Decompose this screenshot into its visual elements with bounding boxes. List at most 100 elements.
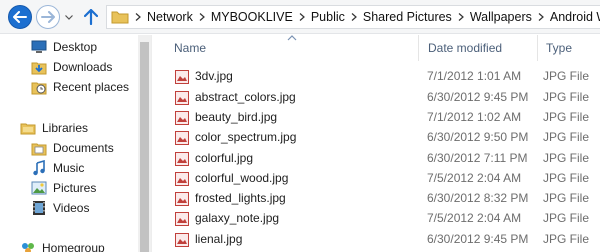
file-type: JPG File [543, 151, 590, 165]
jpg-file-icon [175, 233, 189, 247]
column-header-date-modified[interactable]: Date modified [428, 37, 502, 59]
chevron-right-icon [299, 13, 305, 21]
file-date-modified: 7/5/2012 2:04 AM [427, 211, 522, 225]
nav-item-label: Libraries [42, 121, 89, 135]
jpg-file-icon [175, 212, 189, 226]
nav-item-label: Downloads [53, 60, 113, 74]
nav-item-label: Documents [53, 141, 114, 155]
recent-locations-button[interactable] [63, 9, 75, 25]
jpg-file-icon [175, 152, 189, 166]
downloads-icon [31, 59, 47, 75]
file-name: color_spectrum.jpg [195, 130, 297, 144]
column-header-name[interactable]: Name [174, 37, 206, 59]
file-row[interactable]: colorful.jpg 6/30/2012 7:11 PM JPG File [160, 149, 600, 169]
breadcrumb-separator[interactable] [454, 6, 468, 28]
chevron-right-icon [351, 13, 357, 21]
file-type: JPG File [543, 69, 590, 83]
nav-item-music[interactable]: Music [31, 158, 84, 178]
jpg-file-icon [175, 91, 189, 105]
column-header-type[interactable]: Type [546, 37, 572, 59]
file-name: colorful_wood.jpg [195, 171, 289, 185]
file-date-modified: 7/1/2012 1:02 AM [427, 110, 522, 124]
column-separator[interactable] [537, 35, 538, 61]
breadcrumb-separator[interactable] [195, 6, 209, 28]
breadcrumb-mybooklive[interactable]: MYBOOKLIVE [209, 10, 295, 24]
chevron-right-icon [199, 13, 205, 21]
nav-item-recent-places[interactable]: Recent places [31, 77, 129, 97]
file-row[interactable]: lienal.jpg 6/30/2012 9:45 PM JPG File [160, 230, 600, 250]
address-field[interactable]: Network MYBOOKLIVE Public Shared Picture… [106, 5, 600, 29]
nav-item-pictures[interactable]: Pictures [31, 178, 96, 198]
nav-item-label: Pictures [53, 181, 97, 195]
nav-item-label: Desktop [53, 40, 98, 54]
file-name: colorful.jpg [195, 151, 254, 165]
nav-item-label: Videos [53, 201, 90, 215]
file-row[interactable]: galaxy_note.jpg 7/5/2012 2:04 AM JPG Fil… [160, 209, 600, 229]
up-arrow-icon [84, 9, 98, 25]
nav-item-label: Recent places [53, 80, 130, 94]
file-type: JPG File [543, 90, 590, 104]
file-type: JPG File [543, 130, 590, 144]
recent-places-icon [31, 79, 47, 95]
sort-ascending-icon [287, 35, 297, 41]
pane-divider[interactable] [151, 35, 152, 252]
breadcrumb-android-wallpapers[interactable]: Android Wa [548, 10, 600, 24]
column-separator[interactable] [418, 35, 419, 61]
breadcrumb-separator[interactable] [347, 6, 361, 28]
breadcrumb-wallpapers[interactable]: Wallpapers [468, 10, 534, 24]
breadcrumb-separator[interactable] [534, 6, 548, 28]
file-name: 3dv.jpg [195, 69, 233, 83]
file-date-modified: 6/30/2012 9:50 PM [427, 130, 529, 144]
pictures-icon [31, 180, 47, 196]
desktop-icon [31, 39, 47, 55]
folder-icon [111, 11, 129, 24]
jpg-file-icon [175, 192, 189, 206]
back-arrow-icon [13, 11, 27, 23]
file-date-modified: 7/5/2012 2:04 AM [427, 171, 522, 185]
nav-item-homegroup[interactable]: Homegroup [20, 238, 105, 252]
file-row[interactable]: 3dv.jpg 7/1/2012 1:01 AM JPG File [160, 67, 600, 87]
libraries-icon [20, 120, 36, 136]
file-date-modified: 6/30/2012 9:45 PM [427, 90, 529, 104]
homegroup-icon [20, 240, 36, 252]
breadcrumb-shared-pictures[interactable]: Shared Pictures [361, 10, 454, 24]
nav-item-downloads[interactable]: Downloads [31, 57, 112, 77]
nav-item-videos[interactable]: Videos [31, 198, 89, 218]
back-button[interactable] [8, 5, 32, 29]
music-icon [31, 160, 47, 176]
nav-item-desktop[interactable]: Desktop [31, 37, 97, 57]
file-row[interactable]: beauty_bird.jpg 7/1/2012 1:02 AM JPG Fil… [160, 108, 600, 128]
nav-item-libraries[interactable]: Libraries [20, 118, 88, 138]
file-date-modified: 6/30/2012 7:11 PM [427, 151, 528, 165]
chevron-down-icon [65, 14, 73, 20]
chevron-right-icon [538, 13, 544, 21]
breadcrumb-network[interactable]: Network [145, 10, 195, 24]
forward-arrow-icon [41, 11, 55, 23]
file-row[interactable]: frosted_lights.jpg 6/30/2012 8:32 PM JPG… [160, 189, 600, 209]
jpg-file-icon [175, 131, 189, 145]
file-name: lienal.jpg [195, 232, 243, 246]
breadcrumb-separator[interactable] [295, 6, 309, 28]
nav-item-documents[interactable]: Documents [31, 138, 114, 158]
file-row[interactable]: color_spectrum.jpg 6/30/2012 9:50 PM JPG… [160, 128, 600, 148]
breadcrumb-public[interactable]: Public [309, 10, 347, 24]
file-row[interactable]: abstract_colors.jpg 6/30/2012 9:45 PM JP… [160, 88, 600, 108]
file-date-modified: 7/1/2012 1:01 AM [427, 69, 522, 83]
file-type: JPG File [543, 110, 590, 124]
file-name: beauty_bird.jpg [195, 110, 278, 124]
file-type: JPG File [543, 232, 590, 246]
file-row[interactable]: colorful_wood.jpg 7/5/2012 2:04 AM JPG F… [160, 169, 600, 189]
jpg-file-icon [175, 172, 189, 186]
navigation-scrollbar-thumb[interactable] [140, 42, 149, 252]
nav-item-label: Homegroup [42, 241, 105, 252]
file-name: galaxy_note.jpg [195, 211, 280, 225]
jpg-file-icon [175, 70, 189, 84]
up-button[interactable] [80, 6, 102, 28]
file-date-modified: 6/30/2012 9:45 PM [427, 232, 529, 246]
documents-icon [31, 140, 47, 156]
file-type: JPG File [543, 211, 590, 225]
breadcrumb-separator[interactable] [131, 6, 145, 28]
chevron-right-icon [135, 13, 141, 21]
forward-button[interactable] [36, 5, 60, 29]
nav-item-label: Music [53, 161, 85, 175]
